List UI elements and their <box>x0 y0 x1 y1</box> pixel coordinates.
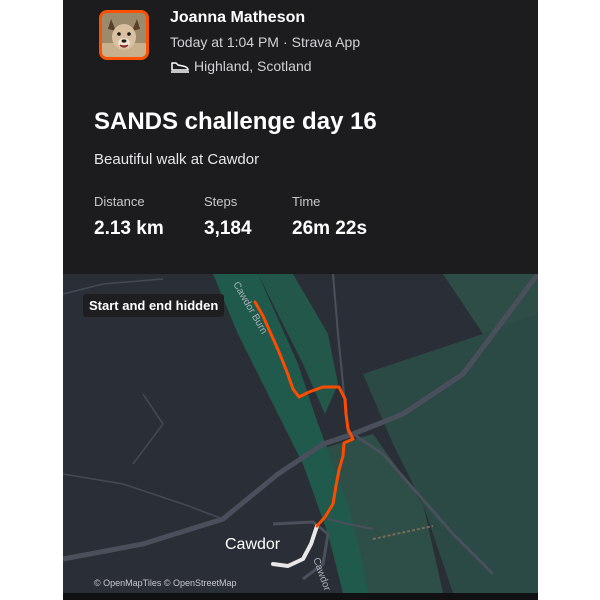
stat-steps: Steps 3,184 <box>204 194 252 240</box>
card-bottom-edge <box>63 593 538 600</box>
activity-header: Joanna Matheson Today at 1:04 PM · Strava … <box>63 0 538 274</box>
dog-photo-avatar-icon <box>102 13 146 57</box>
location-text: Highland, Scotland <box>194 58 312 74</box>
stat-label: Steps <box>204 194 238 209</box>
activity-meta: Today at 1:04 PM · Strava App <box>170 34 360 50</box>
activity-card: Joanna Matheson Today at 1:04 PM · Strava … <box>63 0 538 600</box>
stat-value: 3,184 <box>204 218 252 239</box>
activity-title[interactable]: SANDS challenge day 16 <box>94 108 377 136</box>
map-place-label: Cawdor <box>225 536 281 553</box>
meta-separator: · <box>282 34 288 50</box>
shoe-icon <box>170 59 190 73</box>
stat-label: Time <box>292 194 321 209</box>
stat-value: 2.13 km <box>94 218 164 239</box>
athlete-name[interactable]: Joanna Matheson <box>170 9 305 27</box>
route-map[interactable]: Cawdor Burn Cawdor Start and end hidden … <box>63 274 538 593</box>
map-attribution[interactable]: © OpenMapTiles © OpenStreetMap <box>94 578 237 588</box>
activity-location: Highland, Scotland <box>170 57 312 75</box>
map-path <box>132 393 164 465</box>
activity-datetime: Today at 1:04 PM <box>170 34 279 50</box>
privacy-badge: Start and end hidden <box>83 294 225 317</box>
road-label-cawdor: Cawdor <box>310 556 332 593</box>
map-path <box>63 473 224 520</box>
map-path <box>63 278 164 295</box>
stat-distance: Distance 2.13 km <box>94 194 164 240</box>
stat-time: Time 26m 22s <box>292 194 367 240</box>
map-canvas: Cawdor Burn Cawdor <box>63 274 538 593</box>
activity-description: Beautiful walk at Cawdor <box>94 151 260 168</box>
stat-label: Distance <box>94 194 145 209</box>
avatar[interactable] <box>99 10 149 60</box>
stat-value: 26m 22s <box>292 218 368 239</box>
activity-app: Strava App <box>291 34 361 50</box>
